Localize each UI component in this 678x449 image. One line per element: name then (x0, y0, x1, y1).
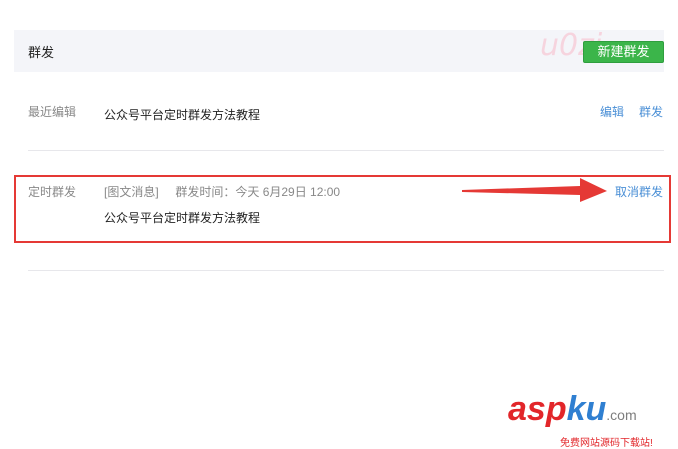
edit-link[interactable]: 编辑 (600, 103, 624, 120)
recent-edit-title: 公众号平台定时群发方法教程 (104, 108, 261, 122)
send-link[interactable]: 群发 (639, 103, 663, 120)
divider (28, 150, 664, 151)
cancel-broadcast-link[interactable]: 取消群发 (615, 183, 663, 200)
recent-edit-label: 最近编辑 (28, 105, 77, 119)
scheduled-label: 定时群发 (28, 185, 77, 199)
scheduled-title: 公众号平台定时群发方法教程 (104, 211, 261, 225)
arrow-icon (462, 178, 607, 202)
scheduled-meta: [图文消息] 群发时间：今天 6月29日 12:00 (104, 183, 340, 200)
message-type: [图文消息] (104, 185, 159, 199)
page-title: 群发 (28, 45, 55, 60)
divider (28, 270, 664, 271)
scheduled-time: 群发时间：今天 6月29日 12:00 (175, 185, 341, 199)
new-broadcast-button[interactable]: 新建群发 (583, 41, 664, 63)
site-logo: aspku.com 免费网站源码下载站! (508, 390, 653, 449)
